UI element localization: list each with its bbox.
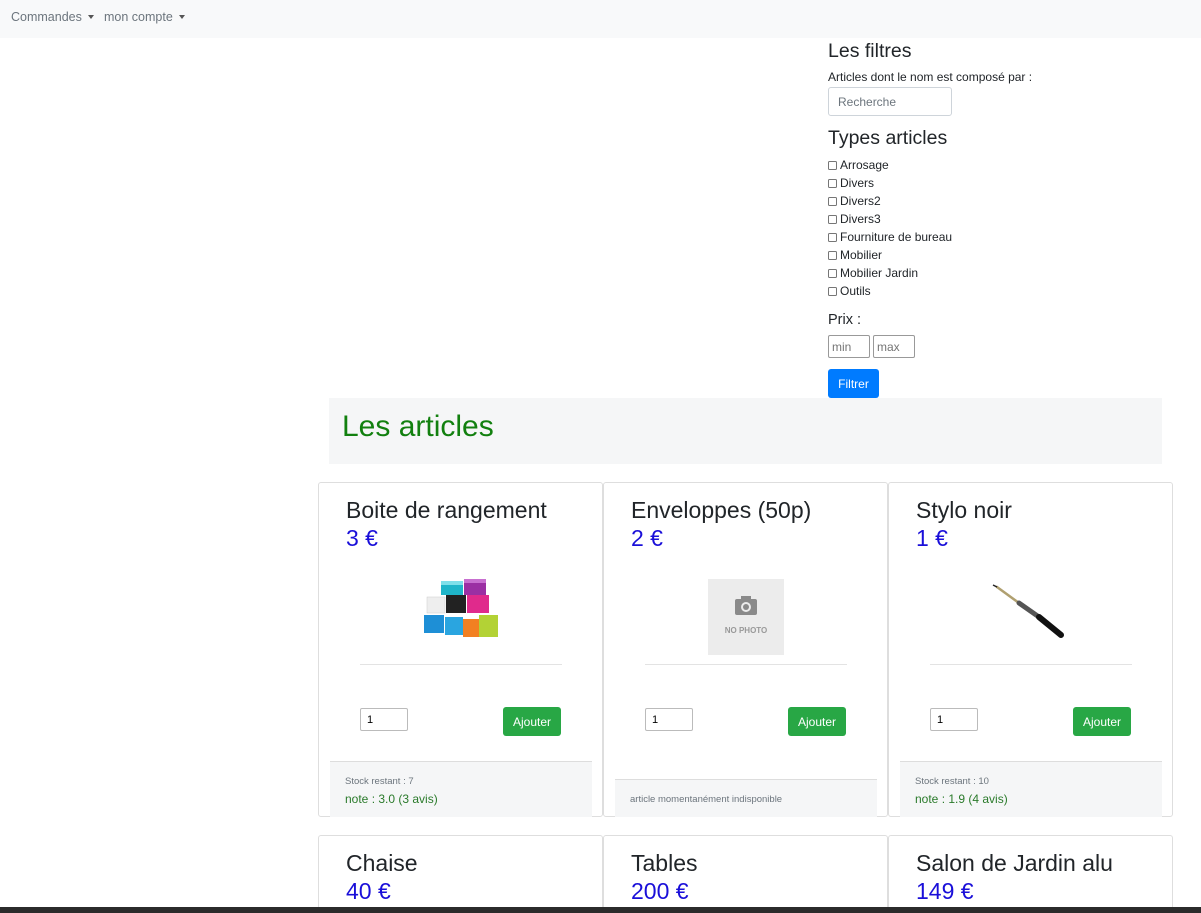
type-label: Arrosage bbox=[840, 158, 889, 172]
type-label: Mobilier Jardin bbox=[840, 266, 919, 280]
rating-text: note : 1.9 (4 avis) bbox=[915, 792, 1008, 806]
type-option[interactable]: Divers2 bbox=[828, 192, 952, 210]
stock-text: Stock restant : 7 bbox=[345, 776, 414, 787]
product-price: 40 € bbox=[346, 878, 391, 904]
name-filter-label: Articles dont le nom est composé par : bbox=[828, 70, 1033, 84]
add-to-cart-button[interactable]: Ajouter bbox=[1073, 707, 1131, 736]
card-divider bbox=[645, 664, 847, 665]
product-card: Boite de rangement 3 € Ajouter Stock res… bbox=[318, 482, 603, 817]
type-option[interactable]: Mobilier Jardin bbox=[828, 264, 952, 282]
product-card: Salon de Jardin alu 149 € bbox=[888, 835, 1173, 913]
quantity-input[interactable] bbox=[930, 708, 978, 731]
checkbox[interactable] bbox=[828, 250, 837, 260]
unavailable-text: article momentanément indisponible bbox=[630, 794, 783, 805]
filters-title: Les filtres bbox=[828, 40, 912, 62]
chevron-down-icon bbox=[87, 15, 94, 19]
card-divider bbox=[930, 664, 1132, 665]
type-option[interactable]: Outils bbox=[828, 282, 952, 300]
product-price: 200 € bbox=[631, 878, 689, 904]
filter-button[interactable]: Filtrer bbox=[828, 369, 879, 398]
checkbox[interactable] bbox=[828, 286, 837, 296]
card-footer: Stock restant : 7 note : 3.0 (3 avis) bbox=[330, 761, 592, 817]
product-price: 1 € bbox=[916, 525, 948, 551]
type-label: Divers3 bbox=[840, 212, 881, 226]
price-max-input[interactable] bbox=[873, 335, 915, 358]
nav-account-label: mon compte bbox=[104, 10, 173, 24]
page-title: Les articles bbox=[342, 410, 494, 443]
type-label: Mobilier bbox=[840, 248, 883, 262]
nav-commandes-label: Commandes bbox=[11, 10, 82, 24]
product-card: Tables 200 € bbox=[603, 835, 888, 913]
quantity-input[interactable] bbox=[645, 708, 693, 731]
chevron-down-icon bbox=[178, 15, 185, 19]
type-label: Outils bbox=[840, 284, 871, 298]
stock-text: Stock restant : 10 bbox=[915, 776, 989, 787]
product-card: Chaise 40 € bbox=[318, 835, 603, 913]
search-input[interactable] bbox=[828, 87, 952, 116]
articles-header: Les articles bbox=[329, 398, 1162, 464]
no-photo-text: NO PHOTO bbox=[725, 626, 768, 635]
product-name: Tables bbox=[631, 850, 698, 876]
type-option[interactable]: Arrosage bbox=[828, 156, 952, 174]
checkbox[interactable] bbox=[828, 196, 837, 206]
nav-account-dropdown[interactable]: mon compte bbox=[104, 10, 185, 24]
checkbox[interactable] bbox=[828, 232, 837, 242]
filters-panel: Les filtres Articles dont le nom est com… bbox=[828, 40, 1128, 398]
product-name: Salon de Jardin alu bbox=[916, 850, 1113, 876]
price-min-input[interactable] bbox=[828, 335, 870, 358]
product-name: Boite de rangement bbox=[346, 497, 547, 523]
type-label: Divers bbox=[840, 176, 875, 190]
product-price: 3 € bbox=[346, 525, 378, 551]
product-name: Chaise bbox=[346, 850, 418, 876]
types-title: Types articles bbox=[828, 127, 948, 149]
product-card: Enveloppes (50p) 2 € NO PHOTO Ajouter ar… bbox=[603, 482, 888, 817]
type-option[interactable]: Fourniture de bureau bbox=[828, 228, 952, 246]
os-taskbar bbox=[0, 907, 1201, 913]
type-option[interactable]: Divers bbox=[828, 174, 952, 192]
type-label: Divers2 bbox=[840, 194, 881, 208]
type-option[interactable]: Mobilier bbox=[828, 246, 952, 264]
no-photo-image: NO PHOTO bbox=[708, 579, 784, 655]
storage-boxes-image bbox=[424, 579, 498, 637]
black-pen-image bbox=[992, 584, 1064, 638]
product-card: Stylo noir 1 € Ajouter Stock restant : 1… bbox=[888, 482, 1173, 817]
nav-commandes-dropdown[interactable]: Commandes bbox=[11, 10, 94, 24]
rating-text: note : 3.0 (3 avis) bbox=[345, 792, 438, 806]
type-option[interactable]: Divers3 bbox=[828, 210, 952, 228]
checkbox[interactable] bbox=[828, 160, 837, 170]
card-footer: Stock restant : 10 note : 1.9 (4 avis) bbox=[900, 761, 1162, 817]
quantity-input[interactable] bbox=[360, 708, 408, 731]
add-to-cart-button[interactable]: Ajouter bbox=[503, 707, 561, 736]
type-label: Fourniture de bureau bbox=[840, 230, 953, 244]
product-name: Enveloppes (50p) bbox=[631, 497, 812, 523]
product-name: Stylo noir bbox=[916, 497, 1012, 523]
checkbox[interactable] bbox=[828, 214, 837, 224]
checkbox[interactable] bbox=[828, 178, 837, 188]
product-price: 2 € bbox=[631, 525, 663, 551]
card-footer: article momentanément indisponible bbox=[615, 779, 877, 817]
product-price: 149 € bbox=[916, 878, 974, 904]
card-divider bbox=[360, 664, 562, 665]
type-checkbox-list: Arrosage Divers Divers2 Divers3 Fournitu… bbox=[828, 156, 952, 300]
price-label: Prix : bbox=[828, 312, 862, 328]
checkbox[interactable] bbox=[828, 268, 837, 278]
add-to-cart-button[interactable]: Ajouter bbox=[788, 707, 846, 736]
top-navbar: Commandes mon compte bbox=[0, 0, 1201, 38]
